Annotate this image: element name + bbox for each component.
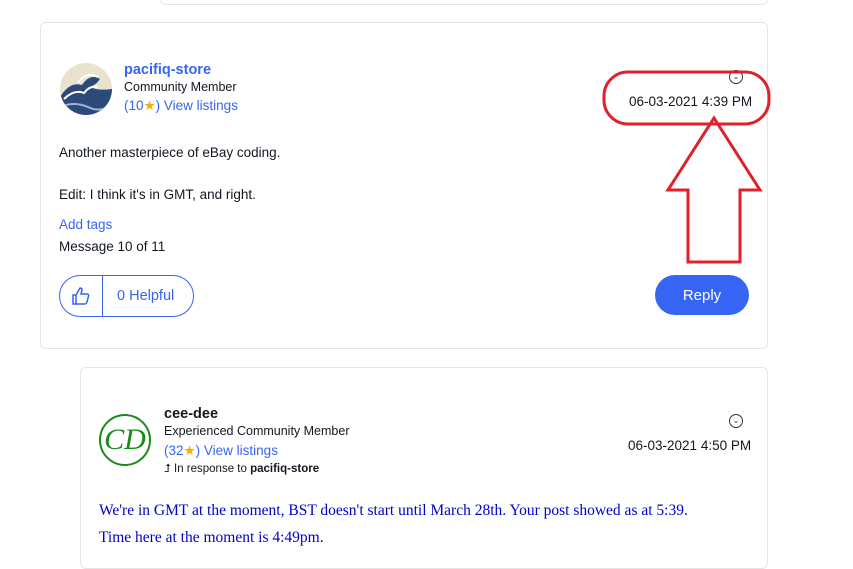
reply-feedback-score[interactable]: 32 [169, 443, 184, 458]
post-timestamp: 06-03-2021 4:39 PM [629, 94, 752, 109]
reply-timestamp: 06-03-2021 4:50 PM [628, 438, 751, 453]
post-card-pacifiq-store: pacifiq-store Community Member (10★) Vie… [40, 22, 768, 349]
username-link[interactable]: pacifiq-store [124, 62, 211, 78]
great-wave-avatar-image [60, 63, 112, 115]
post-body-line-1: Another masterpiece of eBay coding. [59, 145, 281, 160]
thumbs-up-glyph [72, 287, 90, 305]
post-options-icon[interactable]: ⌄ [729, 70, 743, 84]
post-date: 06-03-2021 [629, 94, 699, 109]
feedback-close-paren: ) [155, 98, 161, 113]
star-icon: ★ [143, 98, 156, 113]
reply-body-line-2: Time here at the moment is 4:49pm. [99, 529, 324, 546]
kudos-count[interactable]: 0 Helpful [103, 288, 174, 304]
user-rank: Community Member [124, 80, 237, 94]
message-count: Message 10 of 11 [59, 239, 166, 254]
reply-button[interactable]: Reply [655, 275, 749, 315]
kudos-button[interactable]: 0 Helpful [59, 275, 194, 317]
reply-time: 4:50 PM [700, 438, 752, 453]
add-tags-link[interactable]: Add tags [59, 217, 112, 232]
feedback-score[interactable]: 10 [129, 98, 144, 113]
post-card-cee-dee: CD cee-dee Experienced Community Member … [80, 367, 768, 569]
reply-feedback-close-paren: ) [195, 443, 201, 458]
star-icon: ★ [183, 443, 196, 458]
post-time: 4:39 PM [701, 94, 753, 109]
reply-feedback-and-listings: (32★) View listings [164, 443, 278, 459]
kudos-number: 0 [117, 288, 126, 304]
reply-avatar[interactable]: CD [99, 414, 151, 466]
view-listings-link[interactable]: View listings [164, 98, 238, 113]
in-response-prefix: In response to [174, 463, 247, 475]
post-body-line-2: Edit: I think it's in GMT, and right. [59, 187, 256, 202]
previous-post-card [160, 0, 768, 5]
avatar[interactable] [60, 63, 112, 115]
feedback-and-listings: (10★) View listings [124, 98, 238, 114]
reply-options-icon[interactable]: ⌄ [729, 414, 743, 428]
reply-username-link[interactable]: cee-dee [164, 406, 218, 422]
in-response-user-link[interactable]: pacifiq-store [250, 463, 319, 475]
reply-arrow-icon: ⮥ [164, 463, 171, 475]
kudos-label: Helpful [129, 288, 175, 304]
avatar-monogram: CD [104, 423, 146, 456]
reply-user-rank: Experienced Community Member [164, 424, 350, 438]
reply-date: 06-03-2021 [628, 438, 698, 453]
reply-view-listings-link[interactable]: View listings [204, 443, 278, 458]
thumbs-up-icon[interactable] [60, 276, 103, 316]
reply-body-line-1: We're in GMT at the moment, BST doesn't … [99, 502, 688, 519]
in-response-to: ⮥ In response to pacifiq-store [164, 463, 319, 476]
